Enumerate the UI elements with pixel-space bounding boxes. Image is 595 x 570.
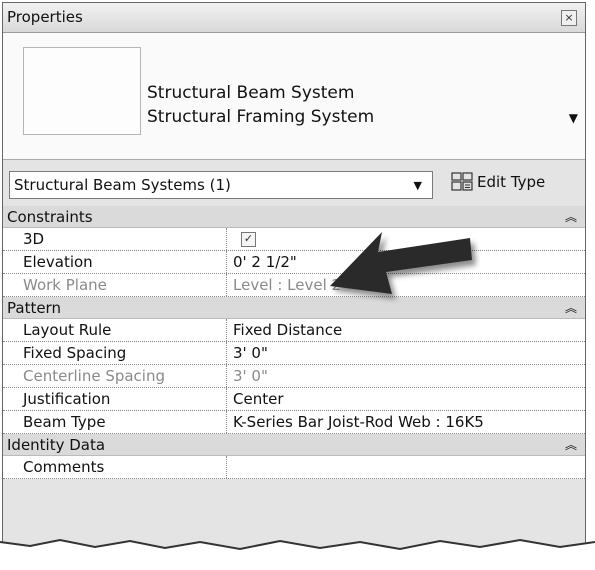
- param-name: 3D: [3, 228, 227, 250]
- chevron-down-icon: ▼: [413, 179, 422, 192]
- comments-field[interactable]: [229, 456, 585, 478]
- type-preview-image: [23, 47, 141, 135]
- row-justification: Justification Center: [3, 388, 585, 411]
- row-beam-type: Beam Type K-Series Bar Joist-Rod Web : 1…: [3, 411, 585, 434]
- beam-type-field[interactable]: K-Series Bar Joist-Rod Web : 16K5: [229, 411, 585, 433]
- type-family-label: Structural Beam System: [147, 83, 355, 103]
- row-3d: 3D ✓: [3, 228, 585, 251]
- param-name: Fixed Spacing: [3, 342, 227, 364]
- properties-grid: Constraints ︽ 3D ✓ Elevation 0' 2 1/2" W…: [3, 206, 585, 479]
- palette-titlebar[interactable]: Properties ×: [3, 3, 585, 33]
- instance-filter-label: Structural Beam Systems (1): [14, 176, 231, 194]
- collapse-icon[interactable]: ︽: [565, 434, 577, 456]
- group-identity-data[interactable]: Identity Data ︽: [3, 434, 585, 456]
- type-dropdown-icon[interactable]: ▼: [569, 111, 578, 125]
- type-name: Structural Beam System Structural Framin…: [147, 81, 374, 129]
- edit-type-icon: [451, 172, 473, 191]
- type-type-label: Structural Framing System: [147, 107, 375, 127]
- edit-type-label: Edit Type: [477, 173, 546, 191]
- palette-title: Properties: [7, 8, 83, 26]
- row-work-plane: Work Plane Level : Level 2: [3, 274, 585, 297]
- row-elevation: Elevation 0' 2 1/2": [3, 251, 585, 274]
- group-label: Constraints: [7, 208, 93, 226]
- row-centerline-spacing: Centerline Spacing 3' 0": [3, 365, 585, 388]
- param-name: Elevation: [3, 251, 227, 273]
- param-name: Layout Rule: [3, 319, 227, 341]
- param-name: Beam Type: [3, 411, 227, 433]
- param-name: Justification: [3, 388, 227, 410]
- fixed-spacing-field[interactable]: 3' 0": [229, 342, 585, 364]
- 3d-checkbox[interactable]: ✓: [241, 232, 256, 247]
- collapse-icon[interactable]: ︽: [565, 206, 577, 228]
- justification-field[interactable]: Center: [229, 388, 585, 410]
- instance-filter-dropdown[interactable]: Structural Beam Systems (1) ▼: [9, 171, 433, 199]
- param-name: Centerline Spacing: [3, 365, 227, 387]
- group-pattern[interactable]: Pattern ︽: [3, 297, 585, 319]
- callout-arrow-icon: [330, 232, 472, 294]
- collapse-icon[interactable]: ︽: [565, 297, 577, 319]
- param-name: Comments: [3, 456, 227, 478]
- torn-edge: [0, 538, 595, 570]
- param-name: Work Plane: [3, 274, 227, 296]
- row-layout-rule: Layout Rule Fixed Distance: [3, 319, 585, 342]
- centerline-spacing-value: 3' 0": [233, 367, 268, 385]
- close-icon[interactable]: ×: [561, 10, 577, 26]
- group-label: Identity Data: [7, 436, 106, 454]
- row-fixed-spacing: Fixed Spacing 3' 0": [3, 342, 585, 365]
- group-constraints[interactable]: Constraints ︽: [3, 206, 585, 228]
- layout-rule-field[interactable]: Fixed Distance: [229, 319, 585, 341]
- properties-palette: Properties × Structural Beam System Stru…: [2, 2, 586, 552]
- row-comments: Comments: [3, 456, 585, 479]
- group-label: Pattern: [7, 299, 61, 317]
- type-selector[interactable]: Structural Beam System Structural Framin…: [3, 33, 585, 160]
